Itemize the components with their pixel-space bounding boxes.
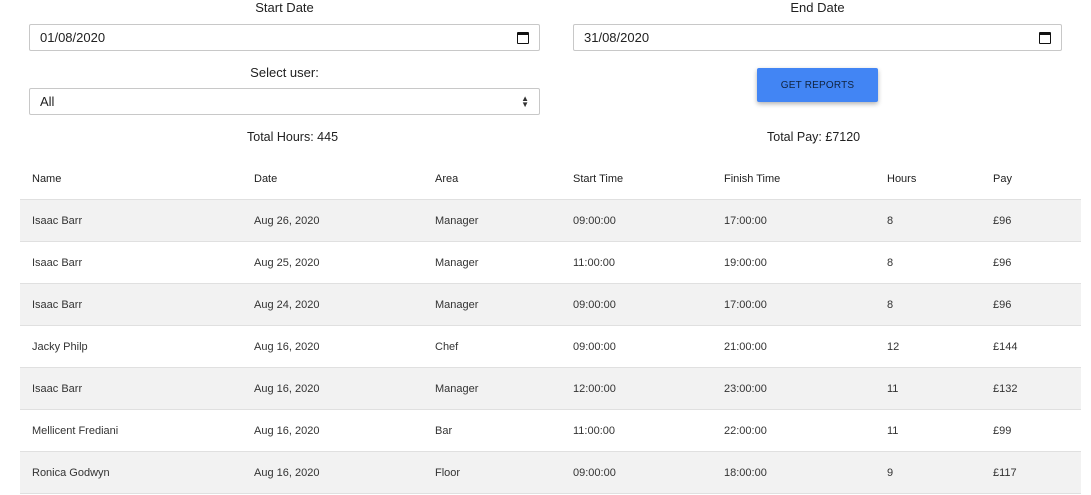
table-row: Ronica Godwyn Aug 16, 2020 Floor 09:00:0…: [20, 451, 1081, 494]
cell-date: Aug 16, 2020: [242, 451, 423, 494]
cell-pay: £96: [981, 283, 1081, 326]
end-date-value: 31/08/2020: [584, 30, 650, 45]
cell-area: Manager: [423, 367, 561, 410]
column-header-start-time: Start Time: [561, 158, 712, 200]
cell-area: Floor: [423, 451, 561, 494]
cell-finish-time: 18:00:00: [712, 451, 875, 494]
column-header-pay: Pay: [981, 158, 1081, 200]
cell-hours: 8: [875, 199, 981, 242]
total-hours: Total Hours: 445: [247, 130, 339, 144]
cell-area: Bar: [423, 409, 561, 452]
cell-hours: 11: [875, 409, 981, 452]
column-header-name: Name: [20, 158, 242, 200]
reports-table: Name Date Area Start Time Finish Time Ho…: [20, 158, 1081, 494]
table-row: Jacky Philp Aug 16, 2020 Chef 09:00:00 2…: [20, 325, 1081, 368]
end-date-input[interactable]: 31/08/2020: [573, 24, 1062, 51]
calendar-icon[interactable]: [517, 31, 529, 44]
user-select[interactable]: All ▲ ▼: [29, 88, 540, 115]
cell-date: Aug 25, 2020: [242, 241, 423, 284]
get-reports-button[interactable]: GET REPORTS: [757, 68, 878, 102]
cell-finish-time: 23:00:00: [712, 367, 875, 410]
user-select-value: All: [40, 94, 55, 109]
table-header-row: Name Date Area Start Time Finish Time Ho…: [20, 158, 1081, 200]
cell-hours: 8: [875, 283, 981, 326]
cell-start-time: 09:00:00: [561, 451, 712, 494]
cell-hours: 9: [875, 451, 981, 494]
column-header-finish-time: Finish Time: [712, 158, 875, 200]
cell-finish-time: 17:00:00: [712, 199, 875, 242]
cell-name: Mellicent Frediani: [20, 409, 242, 452]
cell-pay: £144: [981, 325, 1081, 368]
cell-pay: £96: [981, 241, 1081, 284]
end-date-label: End Date: [790, 0, 845, 15]
cell-area: Manager: [423, 283, 561, 326]
cell-hours: 11: [875, 367, 981, 410]
cell-area: Manager: [423, 199, 561, 242]
cell-finish-time: 19:00:00: [712, 241, 875, 284]
total-pay: Total Pay: £7120: [767, 130, 861, 144]
table-row: Isaac Barr Aug 25, 2020 Manager 11:00:00…: [20, 241, 1081, 284]
column-header-hours: Hours: [875, 158, 981, 200]
start-date-label: Start Date: [255, 0, 314, 15]
cell-name: Isaac Barr: [20, 367, 242, 410]
cell-pay: £96: [981, 199, 1081, 242]
cell-name: Jacky Philp: [20, 325, 242, 368]
cell-name: Isaac Barr: [20, 241, 242, 284]
cell-date: Aug 16, 2020: [242, 409, 423, 452]
cell-pay: £99: [981, 409, 1081, 452]
cell-pay: £132: [981, 367, 1081, 410]
cell-area: Chef: [423, 325, 561, 368]
cell-start-time: 09:00:00: [561, 199, 712, 242]
calendar-icon[interactable]: [1039, 31, 1051, 44]
select-user-label: Select user:: [250, 65, 319, 80]
table-row: Isaac Barr Aug 24, 2020 Manager 09:00:00…: [20, 283, 1081, 326]
cell-pay: £117: [981, 451, 1081, 494]
column-header-area: Area: [423, 158, 561, 200]
cell-name: Ronica Godwyn: [20, 451, 242, 494]
table-row: Isaac Barr Aug 26, 2020 Manager 09:00:00…: [20, 199, 1081, 242]
start-date-input[interactable]: 01/08/2020: [29, 24, 540, 51]
table-row: Isaac Barr Aug 16, 2020 Manager 12:00:00…: [20, 367, 1081, 410]
cell-name: Isaac Barr: [20, 199, 242, 242]
cell-start-time: 11:00:00: [561, 241, 712, 284]
cell-date: Aug 26, 2020: [242, 199, 423, 242]
cell-start-time: 09:00:00: [561, 325, 712, 368]
cell-hours: 8: [875, 241, 981, 284]
cell-start-time: 12:00:00: [561, 367, 712, 410]
cell-finish-time: 17:00:00: [712, 283, 875, 326]
table-row: Mellicent Frediani Aug 16, 2020 Bar 11:0…: [20, 409, 1081, 452]
cell-date: Aug 16, 2020: [242, 367, 423, 410]
cell-hours: 12: [875, 325, 981, 368]
select-arrows-icon: ▲ ▼: [521, 93, 529, 109]
column-header-date: Date: [242, 158, 423, 200]
cell-date: Aug 16, 2020: [242, 325, 423, 368]
cell-start-time: 11:00:00: [561, 409, 712, 452]
start-date-value: 01/08/2020: [40, 30, 106, 45]
cell-finish-time: 21:00:00: [712, 325, 875, 368]
cell-finish-time: 22:00:00: [712, 409, 875, 452]
cell-name: Isaac Barr: [20, 283, 242, 326]
cell-start-time: 09:00:00: [561, 283, 712, 326]
cell-date: Aug 24, 2020: [242, 283, 423, 326]
cell-area: Manager: [423, 241, 561, 284]
